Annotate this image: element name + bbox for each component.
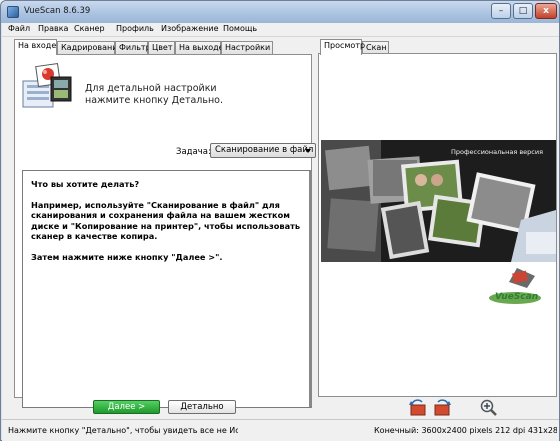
app-window: VueScan 8.6.39 – □ x Файл Правка Сканер …	[0, 0, 560, 441]
status-right-text: Конечный: 3600x2400 pixels 212 dpi 431x2…	[374, 426, 557, 435]
vuescan-logo-text: VueScan	[495, 292, 539, 302]
task-label: Задача:	[176, 147, 211, 157]
title-bar[interactable]: VueScan 8.6.39 – □ x	[1, 1, 559, 23]
info-textbox[interactable]: Что вы хотите делать? Например, использу…	[22, 170, 312, 408]
client-area: На входе Кадрирование Фильтр Цвет На вых…	[2, 37, 559, 441]
promo-banner-image: Профессиональная версия	[321, 140, 556, 262]
tab-preview[interactable]: Просмотр	[320, 39, 365, 55]
minimize-button[interactable]: –	[491, 3, 511, 19]
info-example: Например, используйте "Сканирование в фа…	[31, 199, 301, 242]
status-left-text: Нажмите кнопку "Детально", чтобы увидеть…	[8, 426, 238, 435]
tab-settings[interactable]: Настройки	[221, 41, 273, 54]
info-question: Что вы хотите делать?	[31, 179, 140, 189]
task-select-value: Сканирование в файл	[215, 145, 314, 155]
maximize-button[interactable]: □	[513, 3, 533, 19]
menu-edit[interactable]: Правка	[38, 24, 68, 33]
close-button[interactable]: x	[535, 3, 557, 19]
menu-scanner[interactable]: Сканер	[74, 24, 105, 33]
rotate-right-icon[interactable]	[432, 399, 452, 417]
tab-crop[interactable]: Кадрирование	[57, 41, 122, 54]
menu-help[interactable]: Помощь	[223, 24, 257, 33]
scanner-photos-icon	[22, 63, 72, 108]
info-next-hint: Затем нажмите ниже кнопку "Далее >".	[31, 251, 223, 262]
tab-filter[interactable]: Фильтр	[115, 41, 151, 54]
next-button[interactable]: Далее >	[93, 400, 160, 414]
menu-profile[interactable]: Профиль	[116, 24, 154, 33]
right-tab-strip: Просмотр Скан	[318, 39, 438, 55]
tab-color[interactable]: Цвет	[148, 41, 175, 54]
banner-text: Профессиональная версия	[451, 148, 543, 156]
header-hint-line2: нажмите кнопку Детально.	[85, 95, 224, 106]
zoom-in-icon[interactable]	[479, 399, 499, 417]
tab-input[interactable]: На входе	[14, 39, 57, 55]
preview-panel: Профессиональная версия VueScan	[318, 53, 557, 397]
menu-file[interactable]: Файл	[8, 24, 30, 33]
tab-output[interactable]: На выходе	[175, 41, 224, 54]
app-icon	[7, 6, 19, 18]
window-title: VueScan 8.6.39	[24, 6, 91, 16]
menu-image[interactable]: Изображение	[161, 24, 219, 33]
menu-bar: Файл Правка Сканер Профиль Изображение П…	[2, 23, 559, 37]
status-bar: Нажмите кнопку "Детально", чтобы увидеть…	[2, 419, 559, 441]
chevron-down-icon	[305, 149, 311, 153]
header-hint: Для детальной настройки нажмите кнопку Д…	[85, 83, 223, 107]
input-panel: Для детальной настройки нажмите кнопку Д…	[14, 54, 316, 408]
rotate-left-icon[interactable]	[408, 399, 428, 417]
detail-button[interactable]: Детально	[168, 400, 236, 414]
left-tab-strip: На входе Кадрирование Фильтр Цвет На вых…	[12, 39, 312, 55]
task-select[interactable]: Сканирование в файл	[210, 143, 316, 158]
header-hint-line1: Для детальной настройки	[85, 83, 217, 94]
